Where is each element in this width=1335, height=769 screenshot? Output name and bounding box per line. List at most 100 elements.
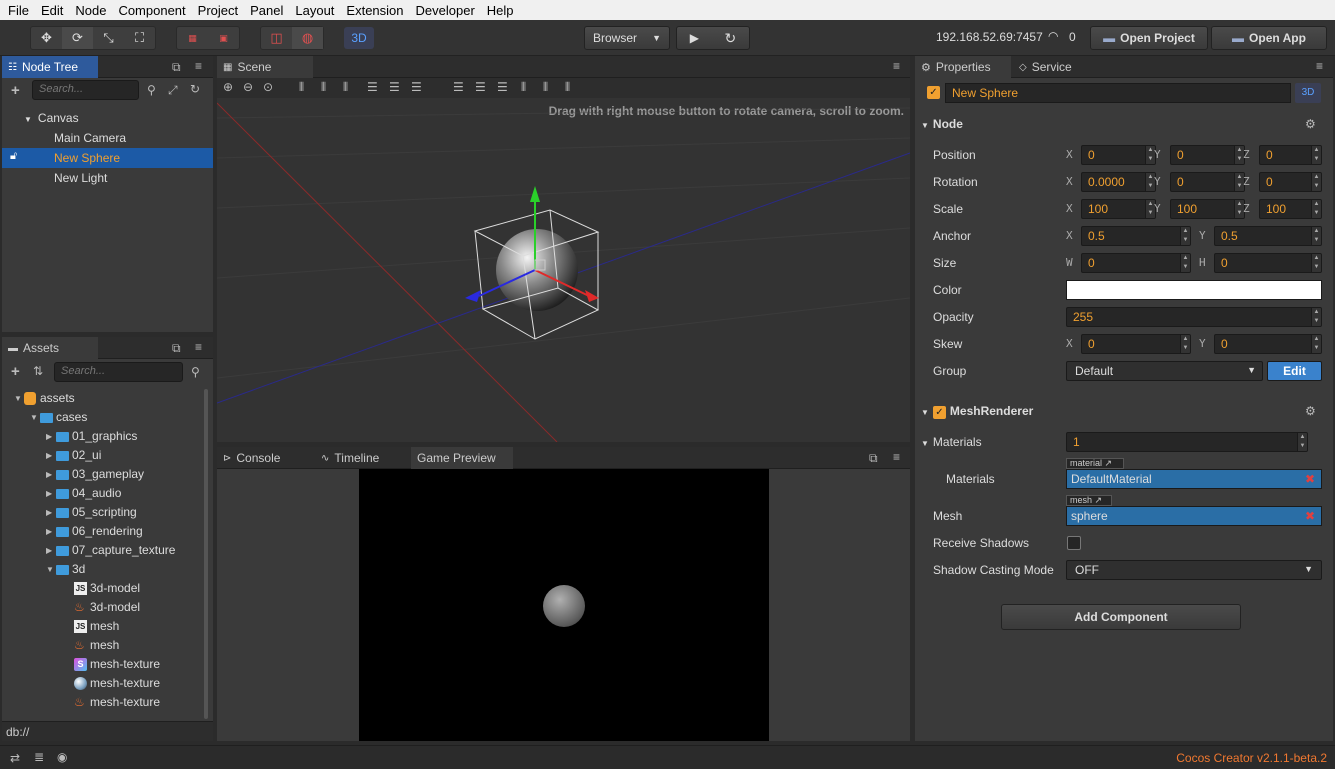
menu-icon[interactable]: ≡	[195, 340, 202, 354]
skew-y-input[interactable]: 0 ▲ ▼	[1214, 334, 1322, 354]
tab-assets[interactable]: ▬ Assets	[2, 337, 98, 359]
asset-item[interactable]: ▼ assets	[14, 389, 75, 408]
search-icon[interactable]: ⚲	[191, 365, 200, 379]
align-hcenter-icon[interactable]: ☰	[389, 80, 400, 94]
distribute-left-icon[interactable]: ⫴	[521, 80, 526, 95]
distribute-right-icon[interactable]: ⫴	[565, 80, 570, 95]
gear-icon[interactable]: ⚙	[1305, 117, 1316, 131]
position-z-input[interactable]: 0 ▲ ▼	[1259, 145, 1322, 165]
sort-icon[interactable]: ⇅	[33, 364, 43, 378]
assets-scrollbar[interactable]	[204, 389, 208, 719]
rect-tool-icon[interactable]: ⛶	[124, 27, 155, 49]
move-tool-icon[interactable]: ✥	[31, 27, 62, 49]
scale-x-input[interactable]: 100 ▲ ▼	[1081, 199, 1156, 219]
skew-x-input[interactable]: 0 ▲ ▼	[1081, 334, 1191, 354]
asset-item[interactable]: ♨ mesh	[74, 636, 119, 655]
align-left-icon[interactable]: ☰	[367, 80, 378, 94]
menu-file[interactable]: File	[4, 3, 33, 18]
size-h-input[interactable]: 0 ▲ ▼	[1214, 253, 1322, 273]
align-bottom-icon[interactable]: ⫴	[343, 80, 348, 95]
rotation-x-input[interactable]: 0.0000 ▲ ▼	[1081, 172, 1156, 192]
align-right-icon[interactable]: ☰	[411, 80, 422, 94]
tab-service[interactable]: ◇ Service	[1013, 56, 1109, 78]
asset-item[interactable]: ▶ 07_capture_texture	[46, 541, 175, 560]
search-icon[interactable]: ⚲	[147, 83, 156, 97]
menu-node[interactable]: Node	[71, 3, 110, 18]
zoom-in-icon[interactable]: ⊕	[223, 80, 233, 94]
3d-toggle-button[interactable]: 3D	[344, 27, 374, 49]
mesh-asset-field[interactable]: sphere ✖	[1066, 506, 1322, 526]
distribute-bottom-icon[interactable]: ☰	[497, 80, 508, 94]
spinner-icon[interactable]: ▲ ▼	[1311, 308, 1321, 326]
anchor-y-input[interactable]: 0.5 ▲ ▼	[1214, 226, 1322, 246]
zoom-out-icon[interactable]: ⊖	[243, 80, 253, 94]
database-icon[interactable]: ≣	[34, 750, 44, 764]
refresh-icon[interactable]: ↻	[725, 30, 737, 47]
materials-array-label[interactable]: ▼ Materials	[921, 432, 982, 452]
tree-item-new-light[interactable]: New Light	[54, 168, 107, 188]
menu-icon[interactable]: ≡	[195, 59, 202, 73]
spinner-icon[interactable]: ▲ ▼	[1311, 254, 1321, 272]
spinner-icon[interactable]: ▲ ▼	[1311, 200, 1321, 218]
scale-y-input[interactable]: 100 ▲ ▼	[1170, 199, 1245, 219]
menu-panel[interactable]: Panel	[246, 3, 287, 18]
menu-extension[interactable]: Extension	[342, 3, 407, 18]
asset-item[interactable]: ▼ 3d	[46, 560, 85, 579]
close-icon[interactable]: ✖	[1305, 509, 1315, 523]
tab-scene[interactable]: ▦ Scene	[217, 56, 313, 78]
scene-view[interactable]: ⊕ ⊖ ⊙ ⫴ ⫴ ⫴ ☰ ☰ ☰ ☰ ☰ ☰ ⫴ ⫴ ⫴ Drag with …	[217, 78, 910, 442]
tree-item-new-sphere[interactable]: 🔓︎ New Sphere	[2, 148, 213, 168]
preview-target-select[interactable]: Browser ▼	[584, 26, 670, 50]
position-y-input[interactable]: 0 ▲ ▼	[1170, 145, 1245, 165]
node-section-header[interactable]: ▼ Node	[921, 113, 963, 135]
align-top-icon[interactable]: ⫴	[299, 80, 304, 95]
expand-icon[interactable]: ⤢	[168, 83, 178, 98]
rotation-y-input[interactable]: 0 ▲ ▼	[1170, 172, 1245, 192]
color-swatch[interactable]	[1066, 280, 1322, 300]
spinner-icon[interactable]: ▲ ▼	[1311, 227, 1321, 245]
menu-icon[interactable]: ≡	[893, 59, 900, 73]
lock-icon[interactable]: 🔓︎	[10, 150, 17, 163]
menu-icon[interactable]: ≡	[1316, 59, 1323, 73]
open-project-button[interactable]: ▬ Open Project	[1090, 26, 1208, 50]
anchor-x-input[interactable]: 0.5 ▲ ▼	[1081, 226, 1191, 246]
popout-icon[interactable]: ⧉	[172, 60, 181, 75]
3d-badge[interactable]: 3D	[1295, 83, 1321, 103]
spinner-icon[interactable]: ▲ ▼	[1311, 335, 1321, 353]
popout-icon[interactable]: ⧉	[172, 341, 181, 356]
receive-shadows-checkbox[interactable]	[1067, 536, 1081, 550]
shadow-casting-select[interactable]: OFF ▼	[1066, 560, 1322, 580]
globe-icon[interactable]: ◍	[292, 27, 323, 49]
menu-edit[interactable]: Edit	[37, 3, 67, 18]
close-icon[interactable]: ✖	[1305, 472, 1315, 486]
scale-tool-icon[interactable]: ⤡	[93, 27, 124, 49]
tab-properties[interactable]: ⚙ Properties	[915, 56, 1011, 78]
rotate-tool-icon[interactable]: ⟳	[62, 27, 93, 49]
local-global-icon[interactable]: ▣	[208, 27, 239, 49]
asset-item[interactable]: JS mesh	[74, 617, 119, 636]
node-name-input[interactable]: New Sphere	[945, 83, 1291, 103]
mesh-renderer-enabled-checkbox[interactable]: ✓	[932, 406, 946, 419]
mesh-renderer-section-header[interactable]: ▼ ✓ MeshRenderer	[921, 400, 1033, 422]
zoom-reset-icon[interactable]: ⊙	[263, 80, 273, 94]
tree-item-canvas[interactable]: ▼ Canvas	[24, 108, 79, 128]
gear-icon[interactable]: ⚙	[1305, 404, 1316, 418]
asset-item[interactable]: ▶ 06_rendering	[46, 522, 143, 541]
tab-node-tree[interactable]: ☷ Node Tree	[2, 56, 98, 78]
asset-item[interactable]: JS 3d-model	[74, 579, 140, 598]
menu-project[interactable]: Project	[194, 3, 242, 18]
spinner-icon[interactable]: ▲ ▼	[1311, 146, 1321, 164]
asset-item[interactable]: ♨ mesh-texture	[74, 693, 160, 712]
open-app-button[interactable]: ▬ Open App	[1211, 26, 1327, 50]
spinner-icon[interactable]: ▲ ▼	[1180, 254, 1190, 272]
size-w-input[interactable]: 0 ▲ ▼	[1081, 253, 1191, 273]
eye-icon[interactable]: ◉	[57, 750, 67, 764]
group-select[interactable]: Default ▼	[1066, 361, 1263, 381]
tab-console[interactable]: ⊳ Console	[217, 447, 313, 469]
menu-developer[interactable]: Developer	[412, 3, 479, 18]
node-active-checkbox[interactable]: ✓	[927, 86, 940, 99]
rotation-z-input[interactable]: 0 ▲ ▼	[1259, 172, 1322, 192]
position-x-input[interactable]: 0 ▲ ▼	[1081, 145, 1156, 165]
popout-icon[interactable]: ⧉	[869, 451, 878, 466]
menu-layout[interactable]: Layout	[291, 3, 338, 18]
